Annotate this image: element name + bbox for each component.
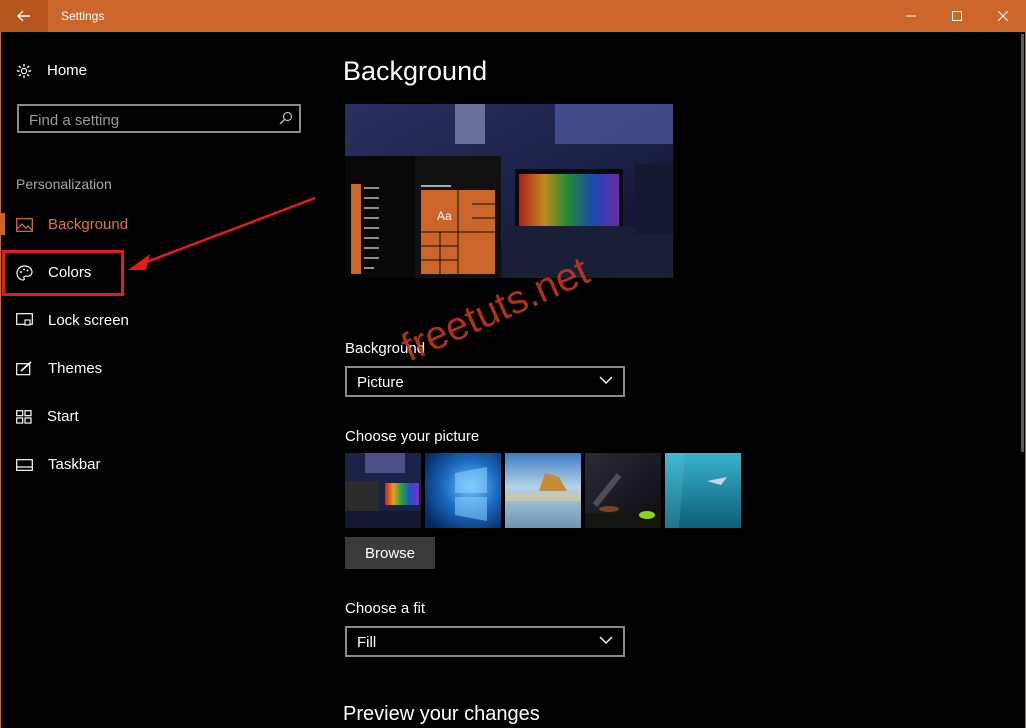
active-indicator [0,213,5,235]
maximize-button[interactable] [934,0,980,32]
sidebar-item-label: Themes [48,360,103,377]
sidebar-item-start[interactable]: Start [16,408,79,425]
back-button[interactable] [0,0,48,32]
background-dropdown[interactable]: Picture [345,366,625,397]
picture-thumbnail-1[interactable] [345,453,421,528]
sidebar-item-lock-screen[interactable]: Lock screen [16,312,129,329]
sidebar-item-label: Start [47,408,79,425]
scrollbar[interactable] [1021,34,1024,452]
picture-thumbnail-5[interactable] [665,453,741,528]
chevron-down-icon [599,636,613,644]
preview-sample-text: Aa [437,209,452,223]
chevron-down-icon [599,376,613,384]
close-button[interactable] [980,0,1026,32]
maximize-icon [952,11,962,21]
sidebar-item-label: Taskbar [48,456,101,473]
picture-thumbnails [345,453,741,528]
sidebar-item-themes[interactable]: Themes [16,360,102,377]
lock-screen-icon [16,313,33,326]
section-label: Personalization [16,176,112,192]
annotation-arrow [128,196,316,270]
sidebar-item-background[interactable]: Background [16,216,128,233]
choose-fit-label: Choose a fit [345,600,426,617]
search-box[interactable]: Find a setting [17,104,301,133]
start-icon [16,409,32,424]
taskbar-icon [16,458,33,471]
preview-image: Aa [345,104,673,278]
home-nav[interactable]: Home [16,62,87,79]
search-icon[interactable] [279,111,293,125]
browse-button[interactable]: Browse [345,537,435,569]
sidebar-item-label: Background [48,216,129,233]
page-title: Background [343,56,488,86]
themes-icon [16,361,32,376]
choose-picture-label: Choose your picture [345,428,480,445]
picture-icon [16,217,33,232]
search-input[interactable]: Find a setting [29,112,119,129]
home-label: Home [47,62,88,79]
sidebar-item-label: Lock screen [48,312,129,329]
close-icon [998,11,1008,21]
window-title: Settings [61,9,105,23]
gear-icon [17,63,31,78]
back-arrow-icon [17,10,30,22]
picture-thumbnail-3[interactable] [505,453,581,528]
sidebar-item-taskbar[interactable]: Taskbar [16,456,101,473]
background-preview: Aa [345,104,673,278]
window-border-left [0,32,1,728]
picture-thumbnail-4[interactable] [585,453,661,528]
fit-dropdown[interactable]: Fill [345,626,625,657]
annotation-highlight-box [2,250,124,296]
minimize-icon [906,15,916,17]
title-bar: Settings [0,0,1026,32]
minimize-button[interactable] [888,0,934,32]
picture-thumbnail-2[interactable] [425,453,501,528]
background-dropdown-value: Picture [357,374,404,391]
fit-dropdown-value: Fill [357,634,377,651]
preview-changes-heading: Preview your changes [343,703,540,725]
